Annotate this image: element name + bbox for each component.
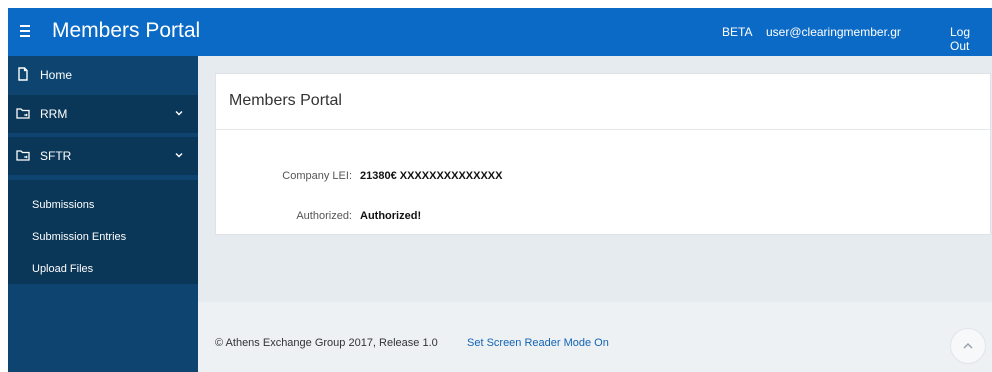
scroll-to-top-button[interactable] <box>950 328 986 364</box>
page-icon <box>18 67 28 81</box>
folder-icon <box>16 108 30 119</box>
folder-icon <box>16 150 30 161</box>
sidebar-item-label: RRM <box>40 107 68 121</box>
sidebar-item-label: Home <box>40 68 73 82</box>
sidebar-item-sftr[interactable]: SFTR <box>8 137 198 175</box>
logout-link[interactable]: Log Out <box>950 25 992 53</box>
chevron-down-icon[interactable] <box>173 149 185 161</box>
copyright-text: © Athens Exchange Group 2017, Release 1.… <box>215 337 438 349</box>
sidebar: Home RRM SFTR Submissions Submission Ent… <box>8 56 198 372</box>
card-title: Members Portal <box>229 92 342 109</box>
main-content: Members Portal Company LEI: 21380€ XXXXX… <box>198 56 992 372</box>
submenu-item-submissions[interactable]: Submissions <box>32 199 94 211</box>
sidebar-item-rrm[interactable]: RRM <box>8 95 198 133</box>
authorized-label: Authorized: <box>296 210 352 222</box>
app-frame: Members Portal BETA user@clearingmember.… <box>8 8 992 372</box>
screen-reader-link[interactable]: Set Screen Reader Mode On <box>467 337 609 349</box>
beta-badge: BETA <box>722 25 753 39</box>
user-email[interactable]: user@clearingmember.gr <box>766 25 901 39</box>
info-card: Members Portal Company LEI: 21380€ XXXXX… <box>215 73 991 235</box>
submenu-item-upload-files[interactable]: Upload Files <box>32 263 93 275</box>
chevron-down-icon[interactable] <box>173 107 185 119</box>
top-bar: Members Portal BETA user@clearingmember.… <box>8 8 992 56</box>
submenu-item-submission-entries[interactable]: Submission Entries <box>32 231 126 243</box>
app-title: Members Portal <box>52 19 201 42</box>
company-lei-label: Company LEI: <box>282 170 352 182</box>
company-lei-value: 21380€ XXXXXXXXXXXXXX <box>360 170 503 182</box>
sidebar-item-home[interactable]: Home <box>8 56 198 94</box>
chevron-up-icon <box>963 342 973 349</box>
card-divider <box>216 129 990 130</box>
sidebar-item-label: SFTR <box>40 149 72 163</box>
authorized-value: Authorized! <box>360 210 422 222</box>
sftr-submenu: Submissions Submission Entries Upload Fi… <box>8 180 198 284</box>
footer: © Athens Exchange Group 2017, Release 1.… <box>198 302 992 372</box>
hamburger-menu-icon[interactable] <box>16 20 38 42</box>
